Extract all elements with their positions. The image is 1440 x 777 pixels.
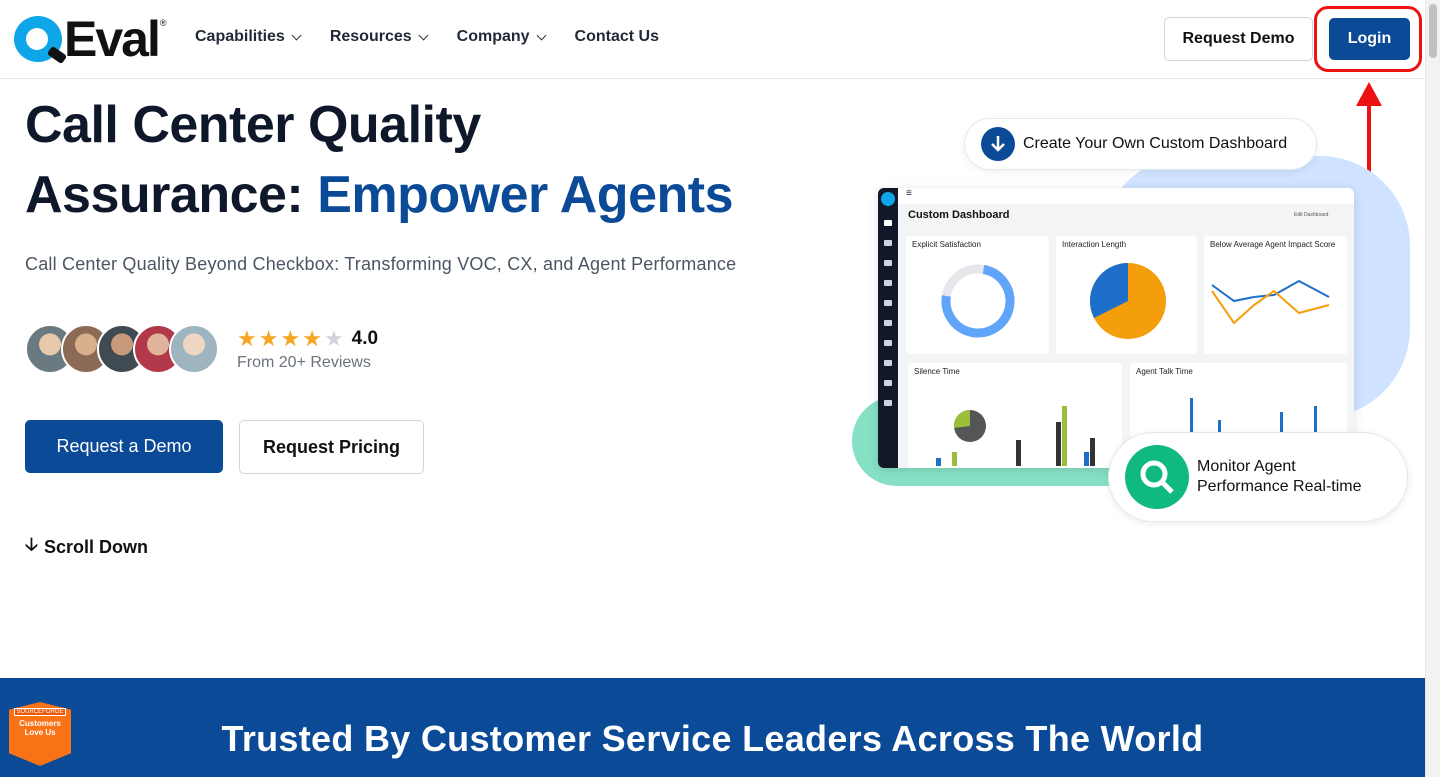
- trusted-heading: Trusted By Customer Service Leaders Acro…: [221, 718, 1204, 759]
- card-interaction-length: Interaction Length: [1056, 236, 1197, 354]
- qeval-logo[interactable]: Eval ®: [14, 11, 167, 67]
- hero-subtitle: Call Center Quality Beyond Checkbox: Tra…: [25, 254, 737, 274]
- request-demo-button[interactable]: Request Demo: [1164, 17, 1313, 61]
- reviews-count: From 20+ Reviews: [237, 354, 371, 371]
- rating-stars: ★ ★ ★ ★ ★ 4.0: [237, 326, 378, 352]
- registered-mark: ®: [159, 18, 167, 28]
- dashboard-preview-image: ≡ Custom Dashboard Edit Dashboard Explic…: [878, 188, 1354, 468]
- hero-title-line1: Call Center Quality: [25, 96, 481, 154]
- pill-bottom-line2: Performance Real-time: [1197, 478, 1362, 495]
- arrow-down-icon: 🡣: [25, 534, 38, 554]
- hero-title-plain: Assurance:: [25, 166, 304, 224]
- dashboard-logo-icon: [881, 192, 895, 206]
- pie-icon: [884, 380, 892, 386]
- nav-label: Resources: [329, 28, 412, 45]
- card-title: Agent Talk Time: [1136, 367, 1193, 376]
- line-chart-graphic: [1211, 279, 1330, 325]
- badge-brand: SOURCEFORGE: [14, 708, 66, 716]
- user-icon: [884, 300, 892, 306]
- chart-icon: [884, 280, 892, 286]
- card-title: Explicit Satisfaction: [912, 240, 981, 249]
- chevron-down-icon: [291, 30, 302, 40]
- users-icon: [884, 260, 892, 266]
- page-scrollbar[interactable]: [1425, 0, 1440, 777]
- avatar: [169, 324, 219, 374]
- main-nav: Capabilities Resources Company Contact U…: [195, 28, 659, 46]
- nav-label: Company: [456, 28, 530, 45]
- transfer-icon: [884, 240, 892, 246]
- star-icon: ★: [258, 326, 279, 351]
- globe-icon: [884, 360, 892, 366]
- nav-company[interactable]: Company: [456, 28, 546, 46]
- request-pricing-button[interactable]: Request Pricing: [239, 420, 424, 474]
- hero-title-line2: Assurance: Empower Agents: [25, 160, 733, 230]
- dashboard-title: Custom Dashboard: [908, 209, 1010, 221]
- dashboard-topbar: ≡: [898, 188, 1354, 204]
- card-title: Interaction Length: [1062, 240, 1127, 249]
- home-icon: [884, 220, 892, 226]
- trusted-band: SOURCEFORGE Customers Love Us Trusted By…: [0, 678, 1425, 777]
- edit-dashboard-link: Edit Dashboard: [1294, 212, 1329, 218]
- scroll-down-label: Scroll Down: [43, 536, 148, 557]
- custom-dashboard-pill: Create Your Own Custom Dashboard: [964, 118, 1317, 170]
- nav-capabilities[interactable]: Capabilities: [195, 28, 302, 46]
- monitor-agent-pill: Monitor Agent Performance Real-time: [1108, 432, 1408, 522]
- login-highlight-box: [1314, 6, 1422, 72]
- star-icon: ★: [237, 326, 257, 351]
- card-title: Silence Time: [914, 367, 960, 376]
- site-header: Eval ® Capabilities Resources Company Co…: [0, 0, 1425, 79]
- tools-icon: [884, 400, 892, 406]
- reviewer-avatars: [25, 324, 219, 374]
- pie-chart-graphic: [1089, 263, 1166, 339]
- bar-chart-graphic: [936, 406, 1095, 466]
- chevron-down-icon: [418, 30, 429, 40]
- page: Eval ® Capabilities Resources Company Co…: [0, 0, 1425, 777]
- search-icon: [1125, 445, 1189, 509]
- chat-icon: [884, 320, 892, 326]
- nav-label: Capabilities: [195, 28, 285, 45]
- nav-contact-us[interactable]: Contact Us: [575, 28, 659, 46]
- card-title: Below Average Agent Impact Score: [1210, 240, 1336, 249]
- card-below-average-agent-impact: Below Average Agent Impact Score: [1204, 236, 1347, 354]
- card-silence-time: Silence Time: [908, 363, 1122, 468]
- card-explicit-satisfaction: Explicit Satisfaction: [906, 236, 1049, 354]
- nav-resources[interactable]: Resources: [329, 28, 429, 46]
- rating-value: 4.0: [351, 328, 379, 349]
- chevron-down-icon: [536, 30, 546, 40]
- scrollbar-thumb[interactable]: [1429, 4, 1437, 58]
- arrow-down-circle-icon: [981, 127, 1015, 161]
- hero-title: Call Center Quality Assurance: Empower A…: [25, 90, 733, 230]
- star-icon: ★: [302, 326, 322, 351]
- inbox-icon: [884, 340, 892, 346]
- request-a-demo-button[interactable]: Request a Demo: [25, 420, 223, 473]
- nav-label: Contact Us: [574, 28, 659, 45]
- dashboard-sidebar: [878, 188, 898, 468]
- menu-icon: ≡: [906, 188, 912, 199]
- logo-wordmark: Eval: [64, 11, 161, 67]
- hero-title-accent: Empower Agents: [317, 166, 733, 224]
- scroll-down-link[interactable]: 🡣 Scroll Down: [25, 532, 148, 562]
- donut-chart-graphic: [941, 264, 1015, 338]
- pill-bottom-line1: Monitor Agent: [1197, 458, 1296, 475]
- star-icon: ★: [280, 326, 301, 351]
- pill-bottom-text: Monitor Agent Performance Real-time: [1197, 457, 1362, 497]
- pill-top-label: Create Your Own Custom Dashboard: [1023, 135, 1288, 152]
- logo-q-mark: [14, 16, 62, 62]
- star-empty-icon: ★: [323, 326, 344, 351]
